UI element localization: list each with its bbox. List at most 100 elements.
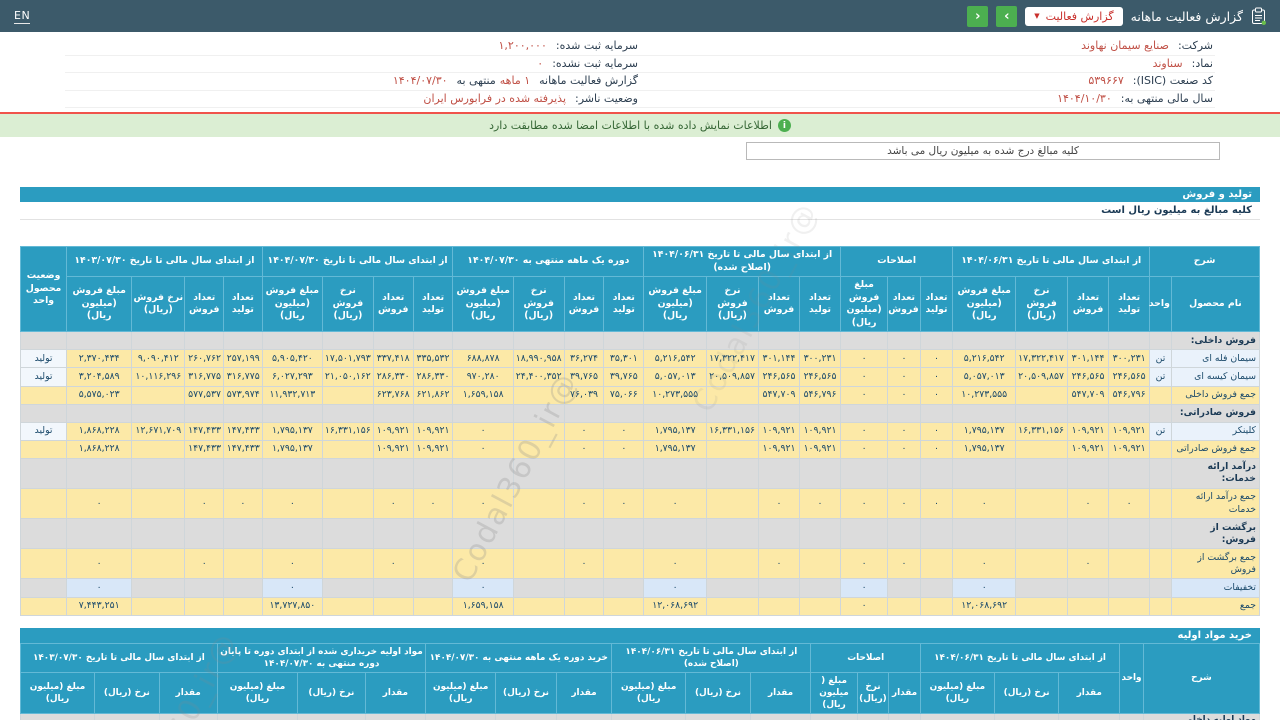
value-cell: ۰ [840,421,889,441]
value-cell: ۵,۲۱۶,۵۴۲ [952,349,1017,369]
col-header: مبلغ فروش (میلیون ریال) [952,276,1017,333]
cell [19,457,68,489]
cell [1015,331,1069,351]
cell [372,403,414,423]
cell [452,518,514,550]
col-header: از ابتدای سال مالی تا تاریخ ۱۴۰۳/۰۷/۳۰ [66,245,263,278]
info-row: کد صنعت (ISIC): ۵۳۹۶۶۷ [640,73,1215,91]
value-cell: ۱۴۷,۴۳۳ [223,421,263,441]
col-header: مقدار [555,671,613,714]
value-cell: ۱۰۹,۹۲۱ [372,439,414,459]
status-cell: تولید [19,349,68,369]
value-cell [1015,487,1069,520]
value-cell: ۲۵۷,۱۹۹ [223,349,263,369]
table-row: جمع فروش صادراتی ۱۰۹,۹۲۱ ۱۰۹,۹۲۱ ۱,۷۹۵,۱۳۷ ۰… [19,439,1261,459]
value-cell: ۱۲,۰۶۸,۶۹۲ [952,596,1017,616]
col-header: مقدار [749,671,812,714]
value-cell: ۱,۶۵۹,۱۵۸ [452,385,514,405]
value-cell [919,578,954,598]
value-cell: ۱۰,۲۷۳,۵۵۵ [643,385,708,405]
value-cell [512,596,565,616]
cell [512,331,565,351]
value-cell: ۵۴۶,۷۹۶ [798,385,842,405]
table-row: کلینکر تن ۱۰۹,۹۲۱ ۱۰۹,۹۲۱ ۱۶,۳۳۱,۱۵۶ ۱,۷۹۵,۱۳… [19,421,1261,441]
cell [261,331,324,351]
value-cell: ۰ [1067,548,1110,580]
cell [798,457,842,489]
report-type-dropdown[interactable]: گزارش فعالیت ▼ [1025,6,1123,26]
value-cell: ۹,۰۹۰,۴۱۲ [131,349,186,369]
cell [887,518,921,550]
value-cell [919,548,954,580]
row-label: جمع فروش داخلی [1170,385,1261,405]
cell [1067,518,1110,550]
status-cell: تولید [19,421,68,441]
unit-cell [1149,385,1172,405]
cell [131,331,186,351]
col-header: از ابتدای سال مالی تا تاریخ ۱۴۰۴/۰۶/۳۱ [919,642,1121,673]
value-cell [1067,596,1110,616]
info-row: سرمایه ثبت شده: ۱,۲۰۰,۰۰۰ [65,38,640,56]
info-value: سناوند [1152,56,1183,70]
value-cell: ۲۴۶,۵۶۵ [757,367,801,387]
section-title-raw-materials: خرید مواد اولیه [20,627,1260,643]
table-row: جمع ۱۲,۰۶۸,۶۹۲ ۰ ۱۲,۰۶۸,۶۹۲ ۱,۶۵۹,۱۵۸ ۱۳,۷۲۷,… [19,596,1261,616]
row-label: تخفیفات [1170,578,1261,598]
value-cell: ۳,۲۰۴,۵۸۹ [66,367,133,387]
row-label: کلینکر [1170,421,1261,441]
value-cell: ۳۹,۷۶۵ [603,367,645,387]
amounts-note-box: کلیه مبالغ درج شده به میلیون ریال می باش… [746,142,1220,160]
info-label: سرمایه ثبت نشده: [552,56,638,70]
cell [261,403,324,423]
info-row: نماد: سناوند [640,56,1215,73]
value-cell [706,596,759,616]
value-cell [223,596,263,616]
cell [131,518,186,550]
cell [372,457,414,489]
value-cell: ۰ [372,548,414,580]
cell [757,457,801,489]
cell [798,518,842,550]
value-cell: ۰ [919,367,954,387]
cell [952,457,1017,489]
value-cell [223,548,263,580]
value-cell: ۰ [798,487,842,520]
value-cell [512,439,565,459]
col-header: مبلغ (میلیون ریال) [19,671,96,714]
col-header: مبلغ فروش (میلیون ریال) [840,276,889,333]
value-cell: ۱۴۷,۴۳۳ [184,421,225,441]
value-cell: ۰ [952,548,1017,580]
value-cell [512,385,565,405]
cell [223,331,263,351]
status-cell [19,385,68,405]
value-cell: ۳۰۰,۲۳۱ [798,349,842,369]
info-row: سال مالی منتهی به: ۱۴۰۴/۱۰/۳۰ [640,91,1215,108]
info-label: نماد: [1191,56,1213,70]
top-bar: گزارش فعالیت ماهانه گزارش فعالیت ▼ › ‹ E… [0,0,1280,32]
value-cell [512,421,565,441]
previous-report-button[interactable]: ‹ [967,5,989,27]
col-header: تعداد تولید [223,276,263,333]
cell [495,712,557,720]
value-cell [603,596,645,616]
raw-materials-table: شرح واحد از ابتدای سال مالی تا تاریخ ۱۴۰۴/… [19,642,1261,720]
value-cell: ۰ [261,487,324,520]
cell [840,331,889,351]
cell [364,712,427,720]
value-cell: ۰ [952,578,1017,598]
value-cell: ۵۷۷,۵۳۷ [184,385,225,405]
col-header: نرخ (ریال) [993,671,1060,714]
value-cell [1015,596,1069,616]
col-header: مبلغ ( میلیون ریال) [810,671,858,714]
language-switch-en[interactable]: EN [14,9,31,24]
next-report-button[interactable]: › [996,5,1018,27]
cell [887,457,921,489]
value-cell: ۰ [563,439,605,459]
value-cell [131,487,186,520]
cell [798,403,842,423]
col-header: تعداد تولید [603,276,645,333]
cell [216,712,299,720]
cell [952,403,1017,423]
col-header: از ابتدای سال مالی تا تاریخ ۱۴۰۴/۰۶/۳۱ (… [643,245,842,278]
value-cell: ۱۰۹,۹۲۱ [1108,421,1151,441]
